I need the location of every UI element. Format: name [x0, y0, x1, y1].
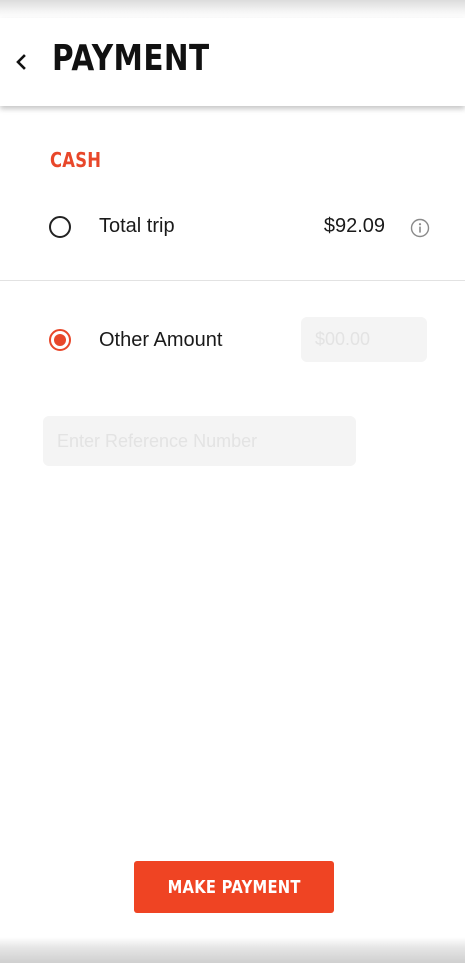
other-amount-input[interactable] [301, 317, 427, 362]
other-amount-label: Other Amount [99, 329, 223, 351]
section-divider [0, 280, 465, 281]
make-payment-label: MAKE PAYMENT [167, 876, 301, 898]
total-trip-label: Total trip [99, 215, 175, 237]
total-trip-amount: $92.09 [323, 215, 385, 237]
status-bar-shadow [0, 0, 465, 18]
total-trip-radio[interactable] [49, 216, 71, 238]
payment-screen: PAYMENT CASH Total trip $92.09 Other Amo… [0, 0, 465, 963]
reference-number-input[interactable] [43, 416, 356, 466]
chevron-left-icon [16, 54, 26, 70]
back-button[interactable] [10, 46, 34, 78]
total-trip-option[interactable]: Total trip $92.09 [0, 197, 465, 257]
app-header: PAYMENT [0, 18, 465, 106]
info-icon[interactable] [410, 218, 430, 238]
cash-section-label: CASH [50, 148, 102, 172]
bottom-bar-shadow [0, 937, 465, 963]
other-amount-radio[interactable] [49, 329, 71, 351]
page-title: PAYMENT [52, 38, 210, 79]
make-payment-button[interactable]: MAKE PAYMENT [134, 861, 334, 913]
